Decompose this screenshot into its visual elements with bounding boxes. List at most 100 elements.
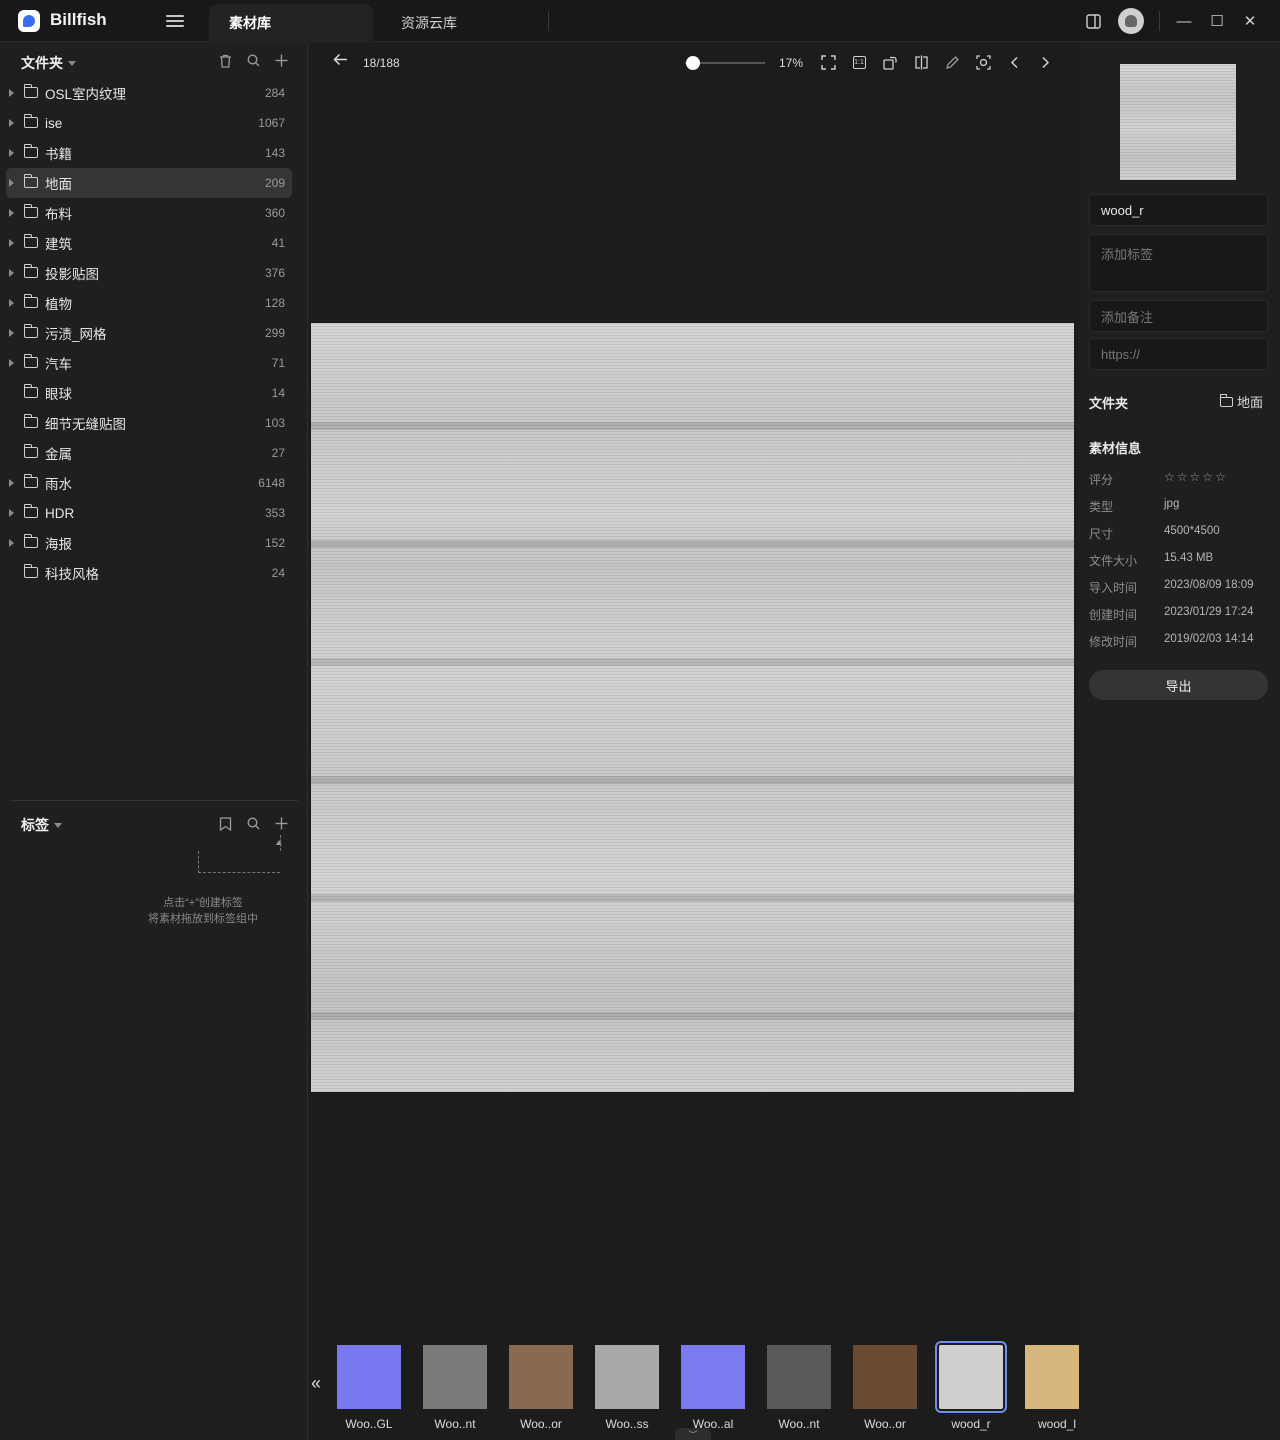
expand-arrow-icon[interactable]: [9, 359, 14, 367]
url-field[interactable]: https://: [1089, 338, 1268, 370]
minimize-icon[interactable]: —: [1174, 11, 1194, 31]
search-icon[interactable]: [246, 817, 260, 835]
fit-screen-icon[interactable]: [819, 53, 837, 71]
folder-item[interactable]: 科技风格 24: [6, 558, 292, 588]
folders-title: 文件夹: [21, 55, 63, 71]
folder-name: 投影贴图: [45, 267, 99, 282]
expand-arrow-icon[interactable]: [9, 89, 14, 97]
folder-item[interactable]: 建筑 41: [6, 228, 292, 258]
star-icon[interactable]: ☆: [1190, 470, 1201, 484]
folder-item[interactable]: 污渍_网格 299: [6, 318, 292, 348]
star-icon[interactable]: ☆: [1177, 470, 1188, 484]
thumbnail-item[interactable]: Woo..or: [509, 1345, 573, 1431]
export-button[interactable]: 导出: [1089, 670, 1268, 700]
folder-value: 地面: [1236, 395, 1263, 410]
star-icon[interactable]: ☆: [1215, 470, 1226, 484]
star-icon[interactable]: ☆: [1202, 470, 1213, 484]
search-icon[interactable]: [246, 54, 260, 72]
info-label: 尺寸: [1089, 527, 1114, 541]
folder-item[interactable]: 海报 152: [6, 528, 292, 558]
folder-item[interactable]: 布料 360: [6, 198, 292, 228]
folder-name: 地面: [45, 177, 72, 192]
thumbnail-item[interactable]: Woo..ss: [595, 1345, 659, 1431]
folder-item[interactable]: 眼球 14: [6, 378, 292, 408]
annotate-pen-icon[interactable]: [943, 53, 961, 71]
info-label: 文件大小: [1089, 554, 1138, 568]
info-row: 尺寸 4500*4500: [1089, 525, 1280, 545]
folder-link[interactable]: 地面: [1219, 392, 1263, 411]
add-folder-icon[interactable]: [274, 54, 288, 72]
thumbnail-item[interactable]: Woo..al: [681, 1345, 745, 1431]
screenshot-icon[interactable]: [974, 53, 992, 71]
folder-icon: [23, 474, 38, 488]
sidebar-divider[interactable]: [10, 800, 298, 801]
expand-arrow-icon[interactable]: [9, 239, 14, 247]
expand-arrow-icon[interactable]: [9, 299, 14, 307]
hint-dashed-line: [198, 835, 281, 873]
folder-item[interactable]: 汽车 71: [6, 348, 292, 378]
expand-arrow-icon[interactable]: [9, 209, 14, 217]
folder-icon: [23, 324, 38, 338]
chevron-down-icon: [54, 822, 62, 828]
star-icon[interactable]: ☆: [1164, 470, 1175, 484]
folder-name: 雨水: [45, 477, 72, 492]
close-icon[interactable]: ✕: [1240, 11, 1260, 31]
tab-material-library[interactable]: 素材库: [209, 4, 373, 42]
scroll-left-icon[interactable]: «: [311, 1373, 321, 1394]
expand-arrow-icon[interactable]: [9, 149, 14, 157]
folder-name: ise: [45, 115, 63, 131]
folder-item[interactable]: 雨水 6148: [6, 468, 292, 498]
flip-icon[interactable]: [912, 53, 930, 71]
image-preview[interactable]: [311, 323, 1074, 1092]
add-tag-icon[interactable]: [274, 817, 288, 835]
thumbnail-item[interactable]: Woo..or: [853, 1345, 917, 1431]
thumbnail-label: Woo..or: [864, 1417, 906, 1431]
back-arrow-icon[interactable]: [333, 53, 348, 71]
folder-item[interactable]: 书籍 143: [6, 138, 292, 168]
add-tags-field[interactable]: 添加标签: [1089, 234, 1268, 292]
info-row: 文件大小 15.43 MB: [1089, 552, 1280, 572]
tab-cloud-library[interactable]: 资源云库: [381, 4, 545, 42]
folders-section-header[interactable]: 文件夹: [21, 53, 76, 73]
rotate-icon[interactable]: [881, 53, 899, 71]
add-note-field[interactable]: 添加备注: [1089, 300, 1268, 332]
actual-size-icon[interactable]: 1:1: [850, 53, 868, 71]
folder-item[interactable]: OSL室内纹理 284: [6, 78, 292, 108]
folder-item[interactable]: HDR 353: [6, 498, 292, 528]
folder-item[interactable]: 投影贴图 376: [6, 258, 292, 288]
folder-item[interactable]: 细节无缝贴图 103: [6, 408, 292, 438]
expand-arrow-icon[interactable]: [9, 329, 14, 337]
expand-arrow-icon[interactable]: [9, 119, 14, 127]
next-image-icon[interactable]: [1036, 53, 1054, 71]
bookmark-icon[interactable]: [218, 817, 232, 835]
folder-icon: [23, 84, 38, 98]
file-name-field[interactable]: wood_r: [1089, 194, 1268, 226]
expand-arrow-icon[interactable]: [9, 479, 14, 487]
folder-item[interactable]: ise 1067: [6, 108, 292, 138]
expand-arrow-icon[interactable]: [9, 539, 14, 547]
folder-section-label: 文件夹: [1089, 396, 1129, 411]
expand-arrow-icon[interactable]: [9, 509, 14, 517]
folder-name: 污渍_网格: [45, 327, 107, 342]
panel-toggle-icon[interactable]: [1083, 11, 1103, 31]
maximize-icon[interactable]: ☐: [1207, 11, 1227, 31]
thumbnail-item[interactable]: wood_r: [935, 1341, 1007, 1431]
thumbnail-item[interactable]: Woo..nt: [767, 1345, 831, 1431]
expand-strip-chevron-icon[interactable]: ︶: [675, 1428, 711, 1440]
rating-stars[interactable]: ☆ ☆ ☆ ☆ ☆: [1164, 470, 1226, 484]
folder-item[interactable]: 地面 209: [6, 168, 292, 198]
folder-count: 284: [264, 86, 285, 100]
expand-arrow-icon[interactable]: [9, 179, 14, 187]
expand-arrow-icon[interactable]: [9, 269, 14, 277]
folder-item[interactable]: 植物 128: [6, 288, 292, 318]
thumbnail-item[interactable]: Woo..nt: [423, 1345, 487, 1431]
info-label: 创建时间: [1089, 608, 1138, 622]
user-avatar[interactable]: [1118, 8, 1144, 34]
trash-icon[interactable]: [218, 54, 232, 72]
tags-section-header[interactable]: 标签: [21, 815, 62, 835]
thumbnail-item[interactable]: Woo..GL: [337, 1345, 401, 1431]
hamburger-menu-icon[interactable]: [166, 12, 184, 30]
previous-image-icon[interactable]: [1005, 53, 1023, 71]
folder-item[interactable]: 金属 27: [6, 438, 292, 468]
zoom-slider-handle[interactable]: [686, 56, 700, 70]
